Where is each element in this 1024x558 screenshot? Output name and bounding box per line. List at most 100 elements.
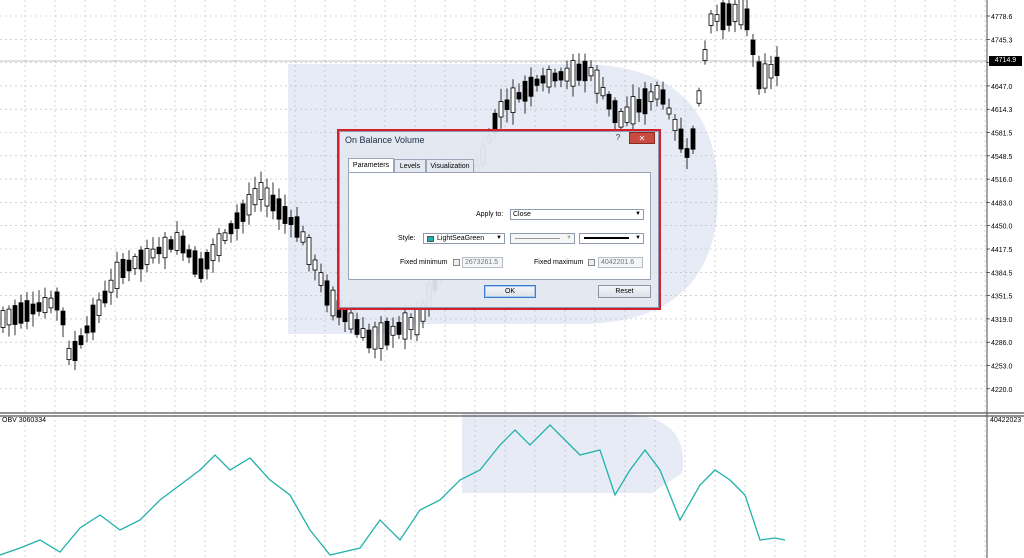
- price-label: 4516.0: [991, 177, 1013, 184]
- candle-body: [84, 325, 90, 334]
- candle-body: [540, 75, 546, 84]
- candle-body: [534, 78, 540, 86]
- candle-body: [414, 307, 420, 336]
- candle-body: [156, 246, 162, 255]
- candle-body: [222, 232, 228, 241]
- close-button[interactable]: ✕: [629, 132, 655, 144]
- chevron-down-icon: ▼: [635, 211, 641, 217]
- candle-body: [600, 87, 606, 97]
- price-label: 4450.0: [991, 224, 1013, 231]
- candle-body: [558, 71, 564, 81]
- tab-visualization[interactable]: Visualization: [426, 159, 474, 172]
- candle-body: [162, 236, 168, 259]
- candle-body: [654, 85, 660, 100]
- candle-body: [120, 259, 126, 278]
- candle-body: [714, 14, 720, 22]
- tab-levels[interactable]: Levels: [394, 159, 426, 172]
- candle-body: [606, 93, 612, 110]
- fixed-maximum-field[interactable]: 4042201.6: [598, 257, 643, 268]
- fixed-minimum-checkbox[interactable]: [453, 259, 460, 266]
- candle-body: [132, 256, 138, 269]
- candle-body: [588, 67, 594, 77]
- candle-body: [258, 182, 264, 200]
- candle-body: [648, 91, 654, 103]
- candle-body: [42, 296, 48, 314]
- line-style-sample-icon: [515, 238, 560, 239]
- price-label: 4384.5: [991, 270, 1013, 277]
- candle-body: [768, 64, 774, 79]
- style-color-select[interactable]: LightSeaGreen ▼: [423, 233, 505, 244]
- price-label: 4745.3: [991, 37, 1013, 44]
- candle-body: [750, 39, 756, 56]
- candle-body: [564, 67, 570, 82]
- candle-body: [246, 193, 252, 216]
- candle-body: [264, 187, 270, 207]
- tab-parameters[interactable]: Parameters: [348, 158, 394, 172]
- candle-body: [582, 60, 588, 82]
- candle-body: [144, 248, 150, 265]
- candle-body: [390, 325, 396, 336]
- candle-body: [744, 8, 750, 31]
- candle-body: [330, 289, 336, 317]
- candle-body: [18, 302, 24, 324]
- candle-body: [408, 317, 414, 331]
- fixed-minimum-label: Fixed minimum: [400, 259, 448, 266]
- apply-to-select[interactable]: Close ▼: [510, 209, 644, 220]
- candle-body: [90, 304, 96, 333]
- price-label: 4253.0: [991, 364, 1013, 371]
- candle-body: [570, 60, 576, 87]
- candle-body: [672, 118, 678, 132]
- candle-body: [612, 100, 618, 124]
- obv-line: [0, 424, 786, 556]
- style-color-value: LightSeaGreen: [437, 235, 485, 242]
- candle-body: [294, 216, 300, 238]
- candle-body: [396, 321, 402, 335]
- candle-body: [696, 90, 702, 104]
- parameters-panel: Apply to: Close ▼ Style: LightSeaGreen ▼…: [348, 172, 651, 280]
- candle-body: [192, 250, 198, 275]
- candle-body: [306, 237, 312, 265]
- candle-body: [624, 106, 630, 123]
- candle-body: [726, 3, 732, 26]
- chevron-down-icon: ▼: [566, 235, 572, 241]
- candle-body: [108, 279, 114, 293]
- candle-body: [186, 249, 192, 258]
- price-label: 4778.6: [991, 14, 1013, 21]
- color-swatch-icon: [427, 236, 434, 242]
- obv-scale-max: 40422023: [990, 417, 1022, 424]
- price-label: 4351.5: [991, 294, 1013, 301]
- candle-body: [630, 96, 636, 125]
- price-label: 4548.5: [991, 154, 1013, 161]
- candle-body: [324, 280, 330, 306]
- candle-body: [282, 206, 288, 224]
- candle-body: [756, 61, 762, 90]
- candle-body: [642, 88, 648, 115]
- line-style-select[interactable]: ▼: [510, 233, 575, 244]
- candle-body: [36, 302, 42, 312]
- apply-to-value: Close: [513, 211, 531, 218]
- reset-button[interactable]: Reset: [598, 285, 651, 298]
- fixed-minimum-field[interactable]: 2673261.5: [462, 257, 503, 268]
- price-label: 4319.0: [991, 317, 1013, 324]
- fixed-maximum-checkbox[interactable]: [588, 259, 595, 266]
- candle-body: [552, 72, 558, 82]
- on-balance-volume-dialog[interactable]: On Balance Volume ? ✕ Parameters Levels …: [339, 131, 659, 308]
- candle-body: [228, 223, 234, 235]
- candle-body: [402, 312, 408, 340]
- candle-body: [708, 13, 714, 26]
- line-width-select[interactable]: ▼: [579, 233, 644, 244]
- candle-body: [690, 128, 696, 150]
- candle-body: [240, 203, 246, 222]
- fixed-maximum-label: Fixed maximum: [534, 259, 584, 266]
- candle-body: [684, 148, 690, 158]
- candle-body: [516, 92, 522, 100]
- candle-body: [270, 194, 276, 212]
- line-width-sample-icon: [584, 237, 629, 239]
- candle-body: [312, 259, 318, 271]
- ok-button[interactable]: OK: [484, 285, 536, 298]
- candle-body: [126, 259, 132, 272]
- candle-body: [318, 272, 324, 286]
- candle-body: [48, 297, 54, 309]
- candle-body: [504, 99, 510, 110]
- help-button[interactable]: ?: [610, 132, 626, 144]
